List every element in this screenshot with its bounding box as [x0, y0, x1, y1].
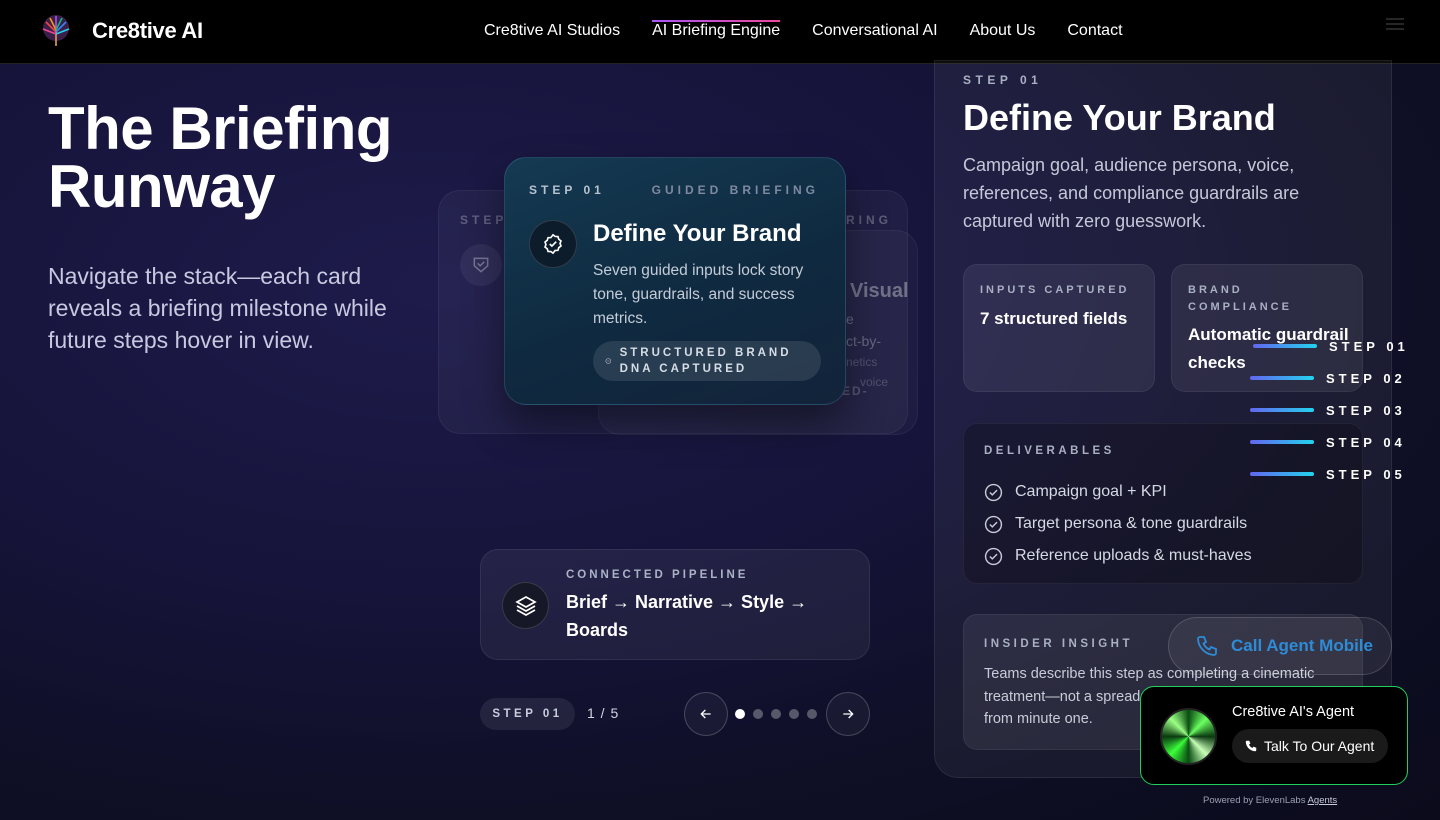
next-button[interactable] — [826, 692, 870, 736]
panel-kicker: STEP 01 — [963, 73, 1043, 87]
pipeline-value: Brief → Narrative → Style → Boards — [566, 592, 808, 640]
agent-widget: Cre8tive AI's Agent Talk To Our Agent — [1140, 686, 1408, 785]
step-badge: STEP 01 — [480, 698, 575, 730]
deliverable-text: Target persona & tone guardrails — [1015, 515, 1248, 532]
pipeline-kicker: CONNECTED PIPELINE — [566, 569, 749, 581]
nav-link-briefing-engine[interactable]: AI Briefing Engine — [652, 20, 781, 40]
deliverables-list: Campaign goal + KPI Target persona & ton… — [984, 476, 1252, 572]
call-agent-label: Call Agent Mobile — [1231, 636, 1373, 655]
rail-step[interactable]: STEP 04 — [1250, 432, 1406, 452]
agent-avatar — [1160, 708, 1217, 765]
phone-icon — [1245, 740, 1257, 752]
list-item: Target persona & tone guardrails — [984, 508, 1252, 540]
active-step-card[interactable]: STEP 01 GUIDED BRIEFING Define Your Bran… — [504, 157, 846, 405]
rail-bar — [1250, 440, 1314, 444]
rail-step-label: STEP 02 — [1326, 370, 1406, 386]
link-icon — [605, 358, 612, 364]
pagination-dot[interactable] — [753, 709, 763, 719]
hero-subtitle: Navigate the stack—each card reveals a b… — [48, 263, 387, 353]
card-title: Define Your Brand — [593, 220, 802, 247]
nav-link-contact[interactable]: Contact — [1067, 22, 1122, 40]
card-step-label: STEP 01 — [529, 183, 605, 197]
pagination-dots — [735, 709, 817, 719]
agent-name: Cre8tive AI's Agent — [1232, 704, 1355, 720]
card-status-pill: STRUCTURED BRAND DNA CAPTURED — [593, 341, 821, 381]
panel-title: Define Your Brand — [963, 97, 1276, 138]
call-agent-mobile-button[interactable]: Call Agent Mobile — [1168, 617, 1392, 675]
ghost-card-mid-line: e — [846, 311, 854, 327]
card-pill-label: STRUCTURED BRAND DNA CAPTURED — [619, 347, 792, 375]
nav-link-about[interactable]: About Us — [970, 22, 1036, 40]
check-circle-icon — [984, 483, 1003, 501]
list-item: Reference uploads & must-haves — [984, 540, 1252, 572]
inputs-value: 7 structured fields — [980, 309, 1128, 328]
phone-icon — [1197, 636, 1217, 656]
ghost-handshake-icon — [460, 244, 502, 286]
check-circle-icon — [984, 547, 1003, 565]
arrow-right-icon — [843, 709, 854, 719]
deliverable-text: Reference uploads & must-haves — [1015, 547, 1252, 564]
brand-name[interactable]: Cre8tive AI — [92, 18, 203, 44]
ghost-card-mid-title: Visual — [850, 280, 909, 302]
check-circle-icon — [984, 515, 1003, 533]
step-counter: 1 / 5 — [587, 705, 620, 721]
tree-logo-icon[interactable] — [38, 14, 74, 50]
rail-step-label: STEP 03 — [1326, 402, 1406, 418]
nav-link-conversational-ai[interactable]: Conversational AI — [812, 22, 937, 40]
rail-step-label: STEP 05 — [1326, 466, 1406, 482]
rail-step[interactable]: STEP 05 — [1250, 464, 1406, 484]
card-body: Seven guided inputs lock story tone, gua… — [593, 262, 804, 327]
panel-description: Campaign goal, audience persona, voice, … — [963, 155, 1300, 231]
pagination-dot[interactable] — [807, 709, 817, 719]
deliverables-label: DELIVERABLES — [984, 445, 1115, 457]
card-tag: GUIDED BRIEFING — [651, 183, 819, 197]
nav-links: Cre8tive AI Studios AI Briefing Engine C… — [484, 20, 1123, 40]
talk-to-agent-label: Talk To Our Agent — [1264, 738, 1375, 754]
agents-link[interactable]: Agents — [1308, 795, 1338, 806]
ghost-card-mid-line: netics — [846, 355, 878, 369]
rail-step-label: STEP 01 — [1329, 338, 1409, 354]
compliance-label: BRAND COMPLIANCE — [1188, 284, 1292, 313]
pagination-dot[interactable] — [735, 709, 745, 719]
deliverable-text: Campaign goal + KPI — [1015, 483, 1167, 500]
list-item: Campaign goal + KPI — [984, 476, 1252, 508]
rail-bar — [1253, 344, 1317, 348]
pipeline-card: CONNECTED PIPELINE Brief → Narrative → S… — [480, 549, 870, 660]
check-badge-icon — [529, 220, 577, 268]
top-nav: Cre8tive AI Cre8tive AI Studios AI Brief… — [0, 0, 1440, 64]
prev-button[interactable] — [684, 692, 728, 736]
rail-step[interactable]: STEP 03 — [1250, 400, 1406, 420]
rail-step-label: STEP 04 — [1326, 434, 1406, 450]
layers-icon — [502, 582, 549, 629]
powered-by: Powered by ElevenLabs Agents — [1203, 795, 1337, 806]
hero-title: The Briefing Runway — [48, 95, 393, 220]
ghost-card-tag: RING — [846, 213, 892, 227]
talk-to-agent-button[interactable]: Talk To Our Agent — [1232, 729, 1388, 763]
pagination-dot[interactable] — [789, 709, 799, 719]
ghost-card-mid-line: ED- — [842, 384, 869, 398]
rail-bar — [1250, 376, 1314, 380]
rail-bar — [1250, 472, 1314, 476]
inputs-label: INPUTS CAPTURED — [980, 284, 1130, 296]
pagination-dot[interactable] — [771, 709, 781, 719]
powered-text: Powered by ElevenLabs — [1203, 795, 1306, 806]
rail-bar — [1250, 408, 1314, 412]
arrow-left-icon — [700, 709, 711, 719]
inputs-captured-card: INPUTS CAPTURED 7 structured fields — [963, 264, 1155, 392]
nav-link-studios[interactable]: Cre8tive AI Studios — [484, 22, 620, 40]
insight-label: INSIDER INSIGHT — [984, 638, 1133, 650]
menu-icon[interactable] — [1386, 18, 1404, 30]
rail-step[interactable]: STEP 01 — [1253, 336, 1409, 356]
rail-step[interactable]: STEP 02 — [1250, 368, 1406, 388]
ghost-card-mid-line: ct-by- — [846, 333, 881, 349]
